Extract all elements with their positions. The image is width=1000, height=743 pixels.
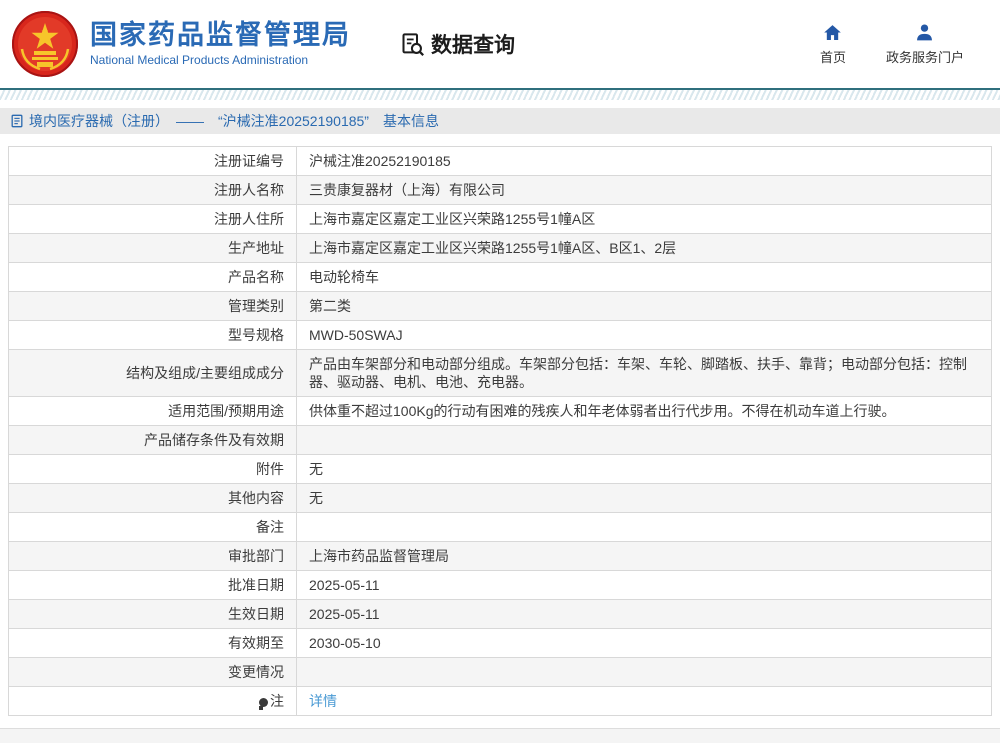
table-row: 审批部门 上海市药品监督管理局: [8, 541, 992, 571]
details-link[interactable]: 详情: [309, 693, 337, 709]
row-value: 上海市药品监督管理局: [296, 541, 992, 571]
breadcrumb-text: 境内医疗器械（注册） —— “沪械注准20252190185” 基本信息: [29, 113, 439, 129]
table-row: 注详情: [8, 686, 992, 716]
table-row: 管理类别 第二类: [8, 291, 992, 321]
row-label: 其他内容: [8, 483, 297, 513]
row-label: 管理类别: [8, 291, 297, 321]
table-row: 产品名称 电动轮椅车: [8, 262, 992, 292]
row-label: 批准日期: [8, 570, 297, 600]
row-value: 第二类: [296, 291, 992, 321]
bulb-icon: [259, 698, 268, 710]
row-value: [296, 425, 992, 455]
nmpa-emblem-icon: [12, 11, 78, 77]
row-label: 注册人住所: [8, 204, 297, 234]
home-icon: [824, 25, 842, 40]
row-value: 供体重不超过100Kg的行动有困难的残疾人和年老体弱者出行代步用。不得在机动车道…: [296, 396, 992, 426]
row-value: 2030-05-10: [296, 628, 992, 658]
row-label: 注: [8, 686, 297, 716]
row-label: 产品名称: [8, 262, 297, 292]
breadcrumb: 境内医疗器械（注册） —— “沪械注准20252190185” 基本信息: [0, 108, 1000, 134]
row-value: [296, 512, 992, 542]
table-row: 结构及组成/主要组成成分 产品由车架部分和电动部分组成。车架部分包括：车架、车轮、…: [8, 349, 992, 397]
row-label: 型号规格: [8, 320, 297, 350]
table-row: 注册人住所 上海市嘉定区嘉定工业区兴荣路1255号1幢A区: [8, 204, 992, 234]
table-row: 其他内容无: [8, 483, 992, 513]
site-title: 国家药品监督管理局: [90, 19, 351, 50]
hatch-band: [0, 90, 1000, 100]
row-value: 2025-05-11: [296, 570, 992, 600]
row-label: 注册证编号: [8, 146, 297, 176]
logo-group: 国家药品监督管理局 National Medical Products Admi…: [10, 9, 351, 79]
row-value: MWD-50SWAJ: [296, 320, 992, 350]
breadcrumb-doc-icon: [11, 114, 23, 128]
table-row: 注册人名称 三贵康复器材（上海）有限公司: [8, 175, 992, 205]
table-row: 附件无: [8, 454, 992, 484]
row-label: 变更情况: [8, 657, 297, 687]
title-block: 国家药品监督管理局 National Medical Products Admi…: [90, 19, 351, 68]
row-value: 详情: [296, 686, 992, 716]
row-value: 电动轮椅车: [296, 262, 992, 292]
row-value: 产品由车架部分和电动部分组成。车架部分包括：车架、车轮、脚踏板、扶手、靠背；电动…: [296, 349, 992, 397]
row-label: 备注: [8, 512, 297, 542]
site-header: 国家药品监督管理局 National Medical Products Admi…: [0, 0, 1000, 88]
table-row: 生效日期 2025-05-11: [8, 599, 992, 629]
table-row: 适用范围/预期用途 供体重不超过100Kg的行动有困难的残疾人和年老体弱者出行代步…: [8, 396, 992, 426]
nav-home-label: 首页: [819, 50, 846, 65]
row-label: 审批部门: [8, 541, 297, 571]
info-table-body: 注册证编号 沪械注准20252190185 注册人名称 三贵康复器材（上海）有限公司注…: [8, 146, 992, 716]
row-value: 上海市嘉定区嘉定工业区兴荣路1255号1幢A区: [296, 204, 992, 234]
data-query-label: 数据查询: [431, 34, 515, 57]
row-value: [296, 657, 992, 687]
table-row: 批准日期 2025-05-11: [8, 570, 992, 600]
table-row: 备注: [8, 512, 992, 542]
page: 国家药品监督管理局 National Medical Products Admi…: [0, 0, 1000, 743]
row-label: 附件: [8, 454, 297, 484]
table-row: 型号规格 MWD-50SWAJ: [8, 320, 992, 350]
main-nav: 首页 政务服务门户: [820, 22, 990, 66]
table-row: 注册证编号 沪械注准20252190185: [8, 146, 992, 176]
row-value: 无: [296, 454, 992, 484]
info-table: 注册证编号 沪械注准20252190185 注册人名称 三贵康复器材（上海）有限公司注…: [8, 146, 992, 716]
row-label: 生效日期: [8, 599, 297, 629]
row-label: 生产地址: [8, 233, 297, 263]
table-row: 产品储存条件及有效期: [8, 425, 992, 455]
row-value: 三贵康复器材（上海）有限公司: [296, 175, 992, 205]
row-value: 沪械注准20252190185: [296, 146, 992, 176]
row-label: 有效期至: [8, 628, 297, 658]
user-icon: [917, 24, 933, 41]
site-subtitle: National Medical Products Administration: [90, 53, 309, 68]
data-query-heading: 数据查询: [399, 29, 515, 59]
footer-band: [0, 728, 1000, 743]
nav-portal-label: 政务服务门户: [885, 50, 964, 65]
row-label: 适用范围/预期用途: [8, 396, 297, 426]
table-row: 有效期至 2030-05-10: [8, 628, 992, 658]
row-label: 结构及组成/主要组成成分: [8, 349, 297, 397]
data-query-icon: [402, 32, 424, 56]
table-row: 生产地址 上海市嘉定区嘉定工业区兴荣路1255号1幢A区、B区1、2层: [8, 233, 992, 263]
row-value: 上海市嘉定区嘉定工业区兴荣路1255号1幢A区、B区1、2层: [296, 233, 992, 263]
row-value: 2025-05-11: [296, 599, 992, 629]
row-label: 注册人名称: [8, 175, 297, 205]
table-row: 变更情况: [8, 657, 992, 687]
row-label: 产品储存条件及有效期: [8, 425, 297, 455]
nav-portal[interactable]: 政务服务门户: [886, 22, 964, 66]
nav-home[interactable]: 首页: [820, 22, 846, 66]
row-value: 无: [296, 483, 992, 513]
